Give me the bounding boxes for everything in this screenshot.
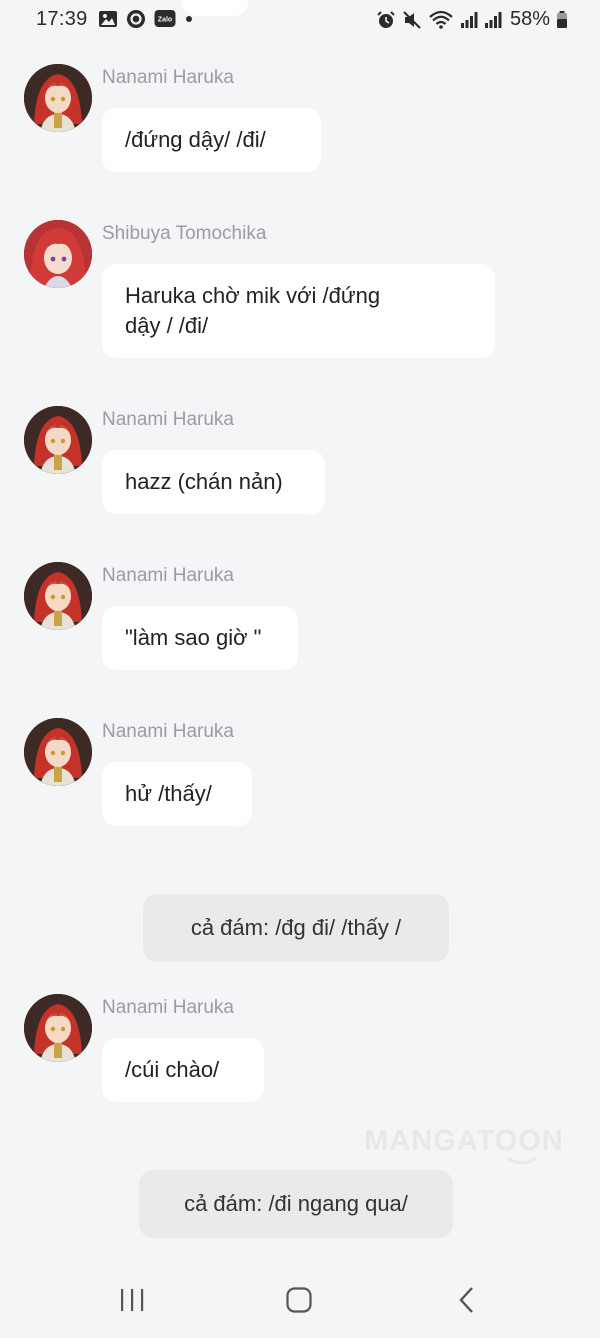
narration-bubble[interactable]: cả đám: /đg đi/ /thấy / xyxy=(143,894,449,962)
message-text-line: dậy / /đi/ xyxy=(125,313,209,338)
system-icons: 58% xyxy=(376,8,568,31)
sender-name: Nanami Haruka xyxy=(102,721,234,742)
zalo-icon: Zalo xyxy=(154,10,176,27)
signal-icon xyxy=(484,11,502,28)
avatar[interactable] xyxy=(24,406,92,474)
message-text-line: Haruka chờ mik với /đứng xyxy=(125,283,381,308)
sender-name: Nanami Haruka xyxy=(102,565,234,586)
message-bubble[interactable]: /đứng dậy/ /đi/ xyxy=(102,108,321,172)
tomochika-avatar-icon xyxy=(24,220,92,288)
wifi-icon xyxy=(429,10,453,29)
narration-text: cả đám: /đg đi/ /thấy / xyxy=(190,915,402,940)
recent-apps-icon[interactable] xyxy=(118,1286,146,1314)
haruka-avatar-icon xyxy=(24,562,92,630)
home-icon[interactable] xyxy=(285,1286,313,1314)
sender-name: Nanami Haruka xyxy=(102,67,234,88)
signal-icon xyxy=(460,11,478,28)
status-time: 17:39 xyxy=(36,8,88,30)
navigation-bar xyxy=(0,1262,600,1338)
haruka-avatar-icon xyxy=(24,718,92,786)
sender-name: Nanami Haruka xyxy=(102,997,234,1018)
avatar[interactable] xyxy=(24,220,92,288)
status-bar: 17:39 Zalo 58% xyxy=(0,0,600,40)
haruka-avatar-icon xyxy=(24,406,92,474)
avatar[interactable] xyxy=(24,562,92,630)
haruka-avatar-icon xyxy=(24,64,92,132)
message-text: /đứng dậy/ /đi/ xyxy=(125,127,266,152)
watermark-text: MANGATOON xyxy=(364,1125,564,1157)
notification-icons: Zalo xyxy=(98,9,194,29)
back-icon[interactable] xyxy=(454,1286,482,1314)
message-bubble[interactable]: hử /thấy/ xyxy=(102,762,252,826)
battery-icon xyxy=(557,10,567,28)
avatar[interactable] xyxy=(24,994,92,1062)
message-text: "làm sao giờ " xyxy=(125,625,262,650)
alarm-icon xyxy=(377,10,395,28)
haruka-avatar-icon xyxy=(24,994,92,1062)
message-bubble[interactable]: "làm sao giờ " xyxy=(102,606,298,670)
narration-text: cả đám: /đi ngang qua/ xyxy=(184,1191,408,1216)
message-text: hử /thấy/ xyxy=(125,781,212,806)
message-bubble[interactable]: /cúi chào/ xyxy=(102,1038,264,1102)
messenger-icon xyxy=(127,10,145,28)
message-text: /cúi chào/ xyxy=(125,1057,220,1082)
mute-icon xyxy=(403,10,421,29)
narration-bubble[interactable]: cả đám: /đi ngang qua/ xyxy=(139,1170,453,1238)
message-bubble[interactable]: hazz (chán nản) xyxy=(102,450,325,514)
dot-icon xyxy=(186,16,192,22)
battery-percent: 58% xyxy=(509,8,550,30)
gallery-icon xyxy=(99,11,117,27)
sender-name: Shibuya Tomochika xyxy=(102,223,267,244)
mangatoon-watermark: MANGATOON xyxy=(364,1125,564,1165)
avatar[interactable] xyxy=(24,64,92,132)
message-text: hazz (chán nản) xyxy=(125,469,283,494)
chat-screen: 17:39 Zalo 58% Nanami Haruka /đứng dậy/ … xyxy=(0,0,600,1338)
zalo-icon-label: Zalo xyxy=(158,17,172,24)
sender-name: Nanami Haruka xyxy=(102,409,234,430)
avatar[interactable] xyxy=(24,718,92,786)
message-bubble[interactable]: Haruka chờ mik với /đứng dậy / /đi/ xyxy=(102,264,495,358)
